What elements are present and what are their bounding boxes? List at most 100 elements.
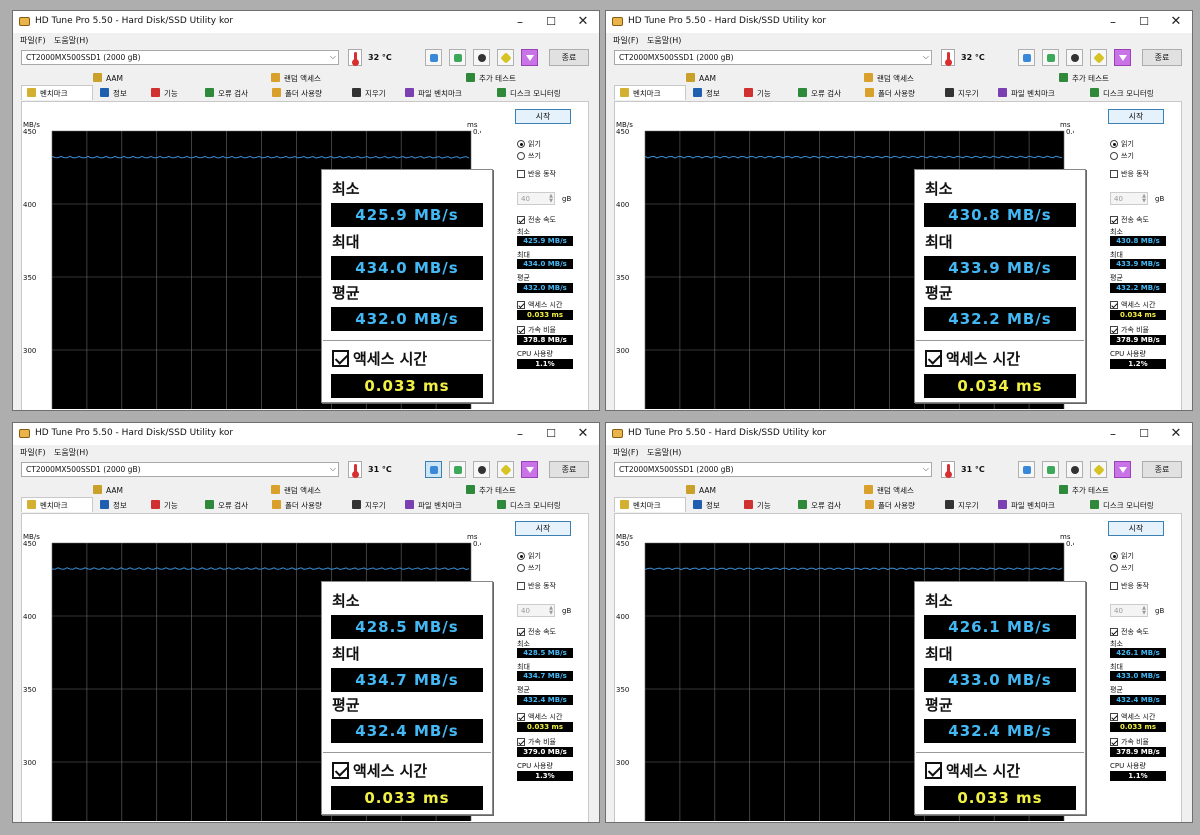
write-radio[interactable] [517,152,525,160]
options-button[interactable] [1090,461,1107,478]
minimize-button[interactable]: – [1098,13,1128,31]
close-button[interactable]: ✕ [1161,425,1191,443]
minimize-button[interactable]: – [505,13,535,31]
menu-help[interactable]: 도움말(H) [54,35,88,46]
exit-button[interactable]: 종료 [1142,49,1182,66]
tab-info[interactable]: 정보 [693,500,720,511]
menu-help[interactable]: 도움말(H) [54,447,88,458]
minimize-button[interactable]: – [1098,425,1128,443]
write-radio[interactable] [517,564,525,572]
minimize-button[interactable]: – [505,425,535,443]
copy-info-button[interactable] [1018,49,1035,66]
read-radio[interactable] [1110,140,1118,148]
save-button[interactable] [521,49,538,66]
tab-error-scan[interactable]: 오류 검사 [798,88,841,99]
drive-select[interactable]: CT2000MX500SSD1 (2000 gB) ⌵ [614,50,932,65]
tab-erase[interactable]: 지우기 [352,88,386,99]
tab-random-access[interactable]: 랜덤 액세스 [864,73,914,84]
tab-random-access[interactable]: 랜덤 액세스 [271,485,321,496]
transfer-rate-checkbox[interactable] [517,216,525,224]
burst-rate-checkbox[interactable] [517,326,525,334]
maximize-button[interactable]: ☐ [1129,13,1159,31]
tab-erase[interactable]: 지우기 [945,500,979,511]
screenshot-button[interactable] [1066,49,1083,66]
close-button[interactable]: ✕ [568,13,598,31]
copy-text-button[interactable] [1042,461,1059,478]
tab-features[interactable]: 기능 [151,500,178,511]
access-time-checkbox[interactable] [1110,713,1118,721]
tab-file-benchmark[interactable]: 파일 벤치마크 [405,500,462,511]
tab-extra-tests[interactable]: 추가 테스트 [466,485,516,496]
access-time-checkbox[interactable] [517,301,525,309]
start-button[interactable]: 시작 [1108,521,1164,536]
drive-select[interactable]: CT2000MX500SSD1 (2000 gB) ⌵ [614,462,932,477]
access-time-checkbox[interactable] [517,713,525,721]
repeat-checkbox[interactable] [517,170,525,178]
tab-error-scan[interactable]: 오류 검사 [205,88,248,99]
copy-text-button[interactable] [449,49,466,66]
tab-disk-monitor[interactable]: 디스크 모니터링 [1090,88,1154,99]
tab-error-scan[interactable]: 오류 검사 [798,500,841,511]
maximize-button[interactable]: ☐ [536,13,566,31]
start-button[interactable]: 시작 [1108,109,1164,124]
menu-file[interactable]: 파일(F) [20,35,46,46]
save-button[interactable] [521,461,538,478]
tab-folder-usage[interactable]: 폴더 사용량 [272,500,322,511]
tab-aam[interactable]: AAM [93,73,123,83]
tab-erase[interactable]: 지우기 [945,88,979,99]
tab-disk-monitor[interactable]: 디스크 모니터링 [497,500,561,511]
transfer-rate-checkbox[interactable] [1110,216,1118,224]
options-button[interactable] [1090,49,1107,66]
tab-random-access[interactable]: 랜덤 액세스 [864,485,914,496]
tab-info[interactable]: 정보 [100,88,127,99]
copy-text-button[interactable] [449,461,466,478]
screenshot-button[interactable] [1066,461,1083,478]
transfer-rate-checkbox[interactable] [1110,628,1118,636]
tab-benchmark[interactable]: 벤치마크 [620,500,661,511]
tab-folder-usage[interactable]: 폴더 사용량 [865,500,915,511]
tab-benchmark[interactable]: 벤치마크 [27,500,68,511]
tab-aam[interactable]: AAM [686,73,716,83]
write-radio[interactable] [1110,152,1118,160]
tab-features[interactable]: 기능 [744,500,771,511]
start-button[interactable]: 시작 [515,521,571,536]
tab-disk-monitor[interactable]: 디스크 모니터링 [1090,500,1154,511]
maximize-button[interactable]: ☐ [536,425,566,443]
tab-file-benchmark[interactable]: 파일 벤치마크 [998,500,1055,511]
burst-rate-checkbox[interactable] [1110,738,1118,746]
menu-help[interactable]: 도움말(H) [647,447,681,458]
start-button[interactable]: 시작 [515,109,571,124]
copy-text-button[interactable] [1042,49,1059,66]
read-radio[interactable] [517,552,525,560]
size-stepper[interactable]: 40 ▲ ▼ [1110,192,1148,205]
maximize-button[interactable]: ☐ [1129,425,1159,443]
screenshot-button[interactable] [473,461,490,478]
tab-folder-usage[interactable]: 폴더 사용량 [865,88,915,99]
read-radio[interactable] [1110,552,1118,560]
size-stepper[interactable]: 40 ▲ ▼ [517,192,555,205]
tab-aam[interactable]: AAM [686,485,716,495]
copy-info-button[interactable] [425,49,442,66]
tab-error-scan[interactable]: 오류 검사 [205,500,248,511]
save-button[interactable] [1114,461,1131,478]
tab-file-benchmark[interactable]: 파일 벤치마크 [405,88,462,99]
tab-disk-monitor[interactable]: 디스크 모니터링 [497,88,561,99]
options-button[interactable] [497,461,514,478]
tab-folder-usage[interactable]: 폴더 사용량 [272,88,322,99]
tab-erase[interactable]: 지우기 [352,500,386,511]
exit-button[interactable]: 종료 [1142,461,1182,478]
write-radio[interactable] [1110,564,1118,572]
tab-info[interactable]: 정보 [100,500,127,511]
tab-benchmark[interactable]: 벤치마크 [27,88,68,99]
tab-extra-tests[interactable]: 추가 테스트 [466,73,516,84]
tab-extra-tests[interactable]: 추가 테스트 [1059,73,1109,84]
copy-info-button[interactable] [425,461,442,478]
menu-file[interactable]: 파일(F) [20,447,46,458]
menu-help[interactable]: 도움말(H) [647,35,681,46]
menu-file[interactable]: 파일(F) [613,447,639,458]
transfer-rate-checkbox[interactable] [517,628,525,636]
tab-info[interactable]: 정보 [693,88,720,99]
burst-rate-checkbox[interactable] [517,738,525,746]
burst-rate-checkbox[interactable] [1110,326,1118,334]
tab-benchmark[interactable]: 벤치마크 [620,88,661,99]
